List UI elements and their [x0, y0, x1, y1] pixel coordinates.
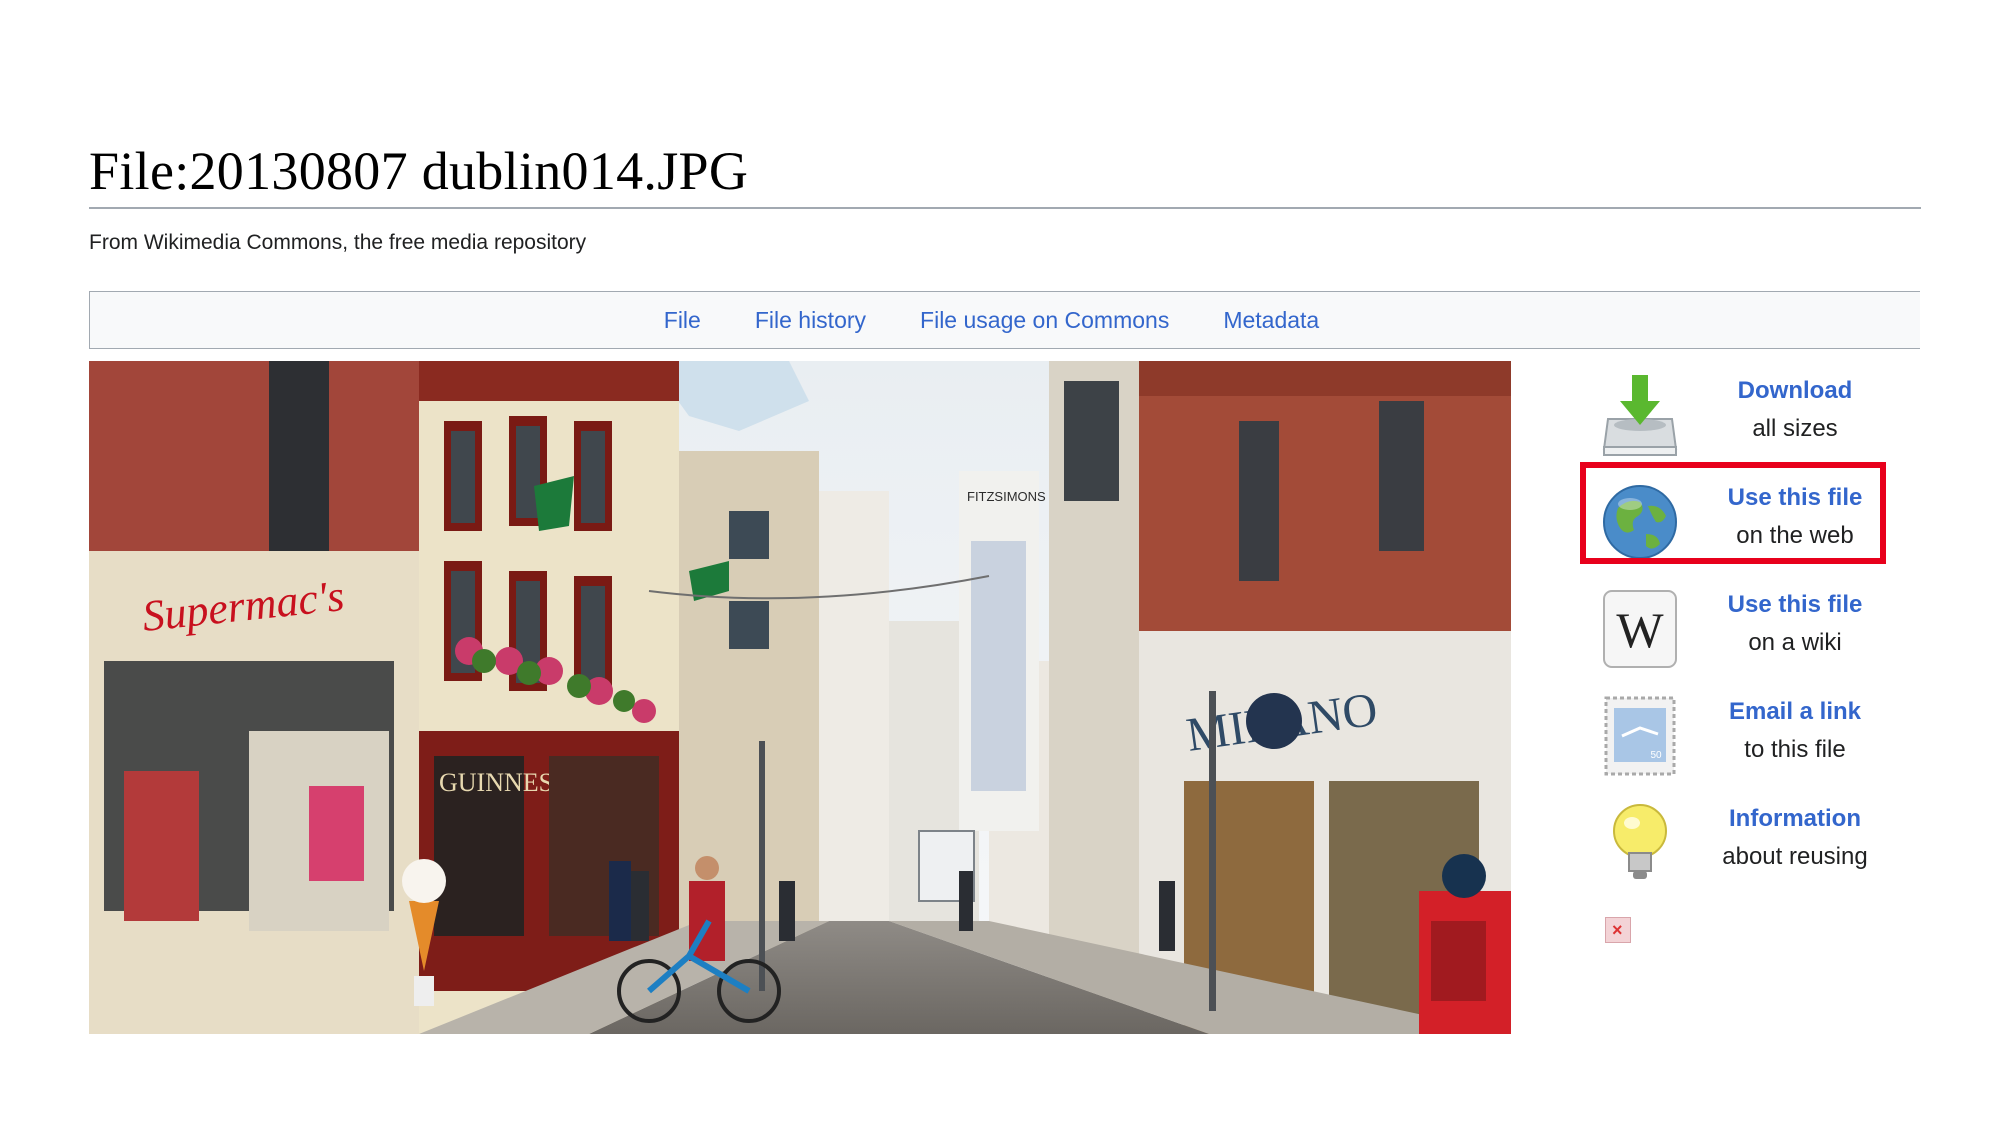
wikipedia-icon: W — [1600, 583, 1680, 673]
tab-file-usage[interactable]: File usage on Commons — [920, 292, 1169, 348]
download-label: Download — [1737, 377, 1853, 404]
download-icon — [1600, 369, 1680, 459]
svg-text:GUINNESS: GUINNESS — [439, 768, 568, 797]
use-wiki-label: Use this file — [1727, 591, 1863, 618]
email-link-label: Email a link — [1728, 698, 1862, 725]
download-sub: all sizes — [1752, 415, 1838, 442]
tab-file-history[interactable]: File history — [755, 292, 866, 348]
file-preview-image[interactable]: Supermac's GUINNESS FITZSIMONS — [89, 361, 1511, 1034]
page-title: File:20130807 dublin014.JPG — [89, 141, 749, 201]
broken-image-icon: × — [1605, 917, 1631, 943]
svg-text:W: W — [1616, 602, 1664, 658]
information-label: Information — [1729, 805, 1861, 832]
use-on-wiki-button[interactable]: W Use this file on a wiki — [1578, 579, 1908, 679]
globe-icon — [1600, 476, 1680, 566]
download-all-sizes-button[interactable]: Download all sizes — [1578, 365, 1908, 465]
use-wiki-sub: on a wiki — [1748, 629, 1842, 656]
email-link-sub: to this file — [1744, 736, 1846, 763]
svg-text:50: 50 — [1650, 750, 1662, 761]
svg-text:FITZSIMONS: FITZSIMONS — [967, 489, 1046, 504]
tab-metadata[interactable]: Metadata — [1223, 292, 1319, 348]
use-web-sub: on the web — [1736, 522, 1854, 549]
tab-file[interactable]: File — [664, 292, 701, 348]
email-link-button[interactable]: 50 Email a link to this file — [1578, 686, 1908, 786]
file-toc-bar: File File history File usage on Commons … — [89, 291, 1920, 349]
lightbulb-icon — [1600, 797, 1680, 887]
site-tagline: From Wikimedia Commons, the free media r… — [89, 231, 587, 254]
email-stamp-icon: 50 — [1600, 690, 1680, 780]
title-divider — [89, 207, 1921, 209]
use-web-label: Use this file — [1727, 484, 1863, 511]
information-sub: about reusing — [1722, 843, 1868, 870]
reuse-information-button[interactable]: Information about reusing — [1578, 793, 1908, 893]
use-on-web-button[interactable]: Use this file on the web — [1578, 472, 1908, 572]
